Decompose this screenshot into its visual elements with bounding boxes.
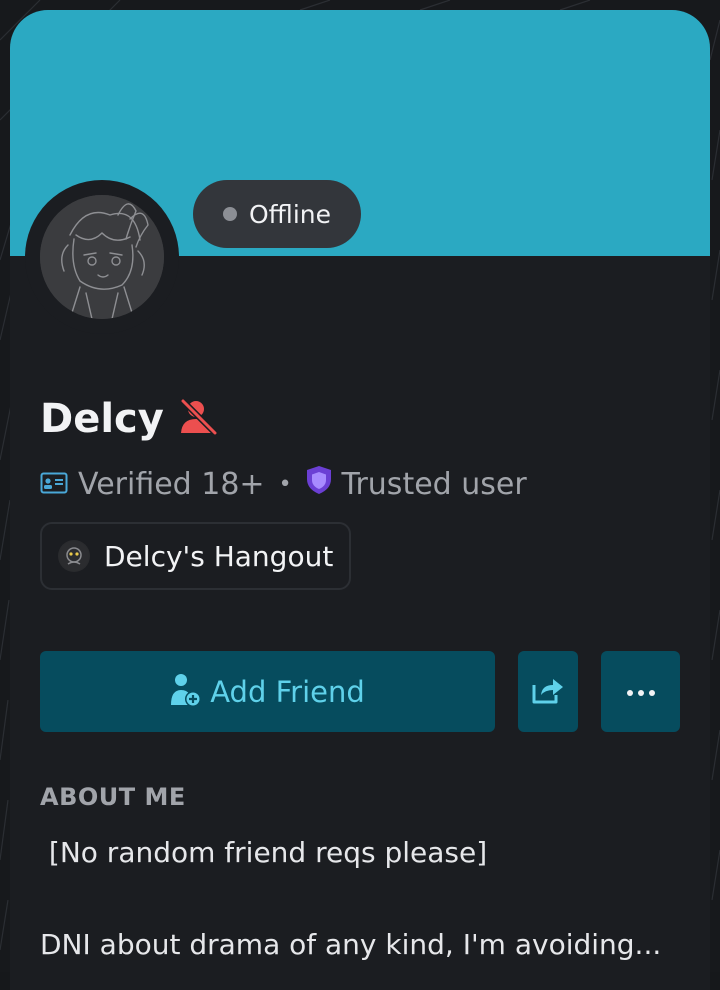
name-row: Delcy [40,396,218,442]
display-name[interactable]: Delcy [40,396,164,442]
profile-card: Offline Delcy Verified 18+ • Trusted use… [10,10,710,990]
badge-separator: • [278,471,292,497]
trusted-user-badge[interactable]: Trusted user [342,467,527,502]
add-friend-button[interactable]: Add Friend [40,651,495,732]
server-chip[interactable]: Delcy's Hangout [40,522,352,590]
id-card-icon [40,467,68,502]
about-me-line: DNI about drama of any kind, I'm avoidin… [40,928,662,961]
more-options-button[interactable] [601,651,680,732]
avatar-frame[interactable] [25,180,179,334]
avatar[interactable] [40,195,164,319]
shield-icon [306,465,332,503]
status-text: Offline [249,199,332,229]
share-icon [531,675,565,709]
person-blocked-icon[interactable] [178,398,218,439]
add-user-icon [170,672,202,712]
add-friend-label: Add Friend [210,674,365,709]
about-me-line: [No random friend reqs please] [40,836,488,869]
badges-row: Verified 18+ • Trusted user [40,465,527,503]
server-avatar-icon [58,540,90,572]
status-pill[interactable]: Offline [193,180,362,248]
avatar-sketch-image [40,195,164,319]
more-dots-icon [626,682,656,701]
offline-status-dot [223,207,237,221]
server-name: Delcy's Hangout [104,539,334,573]
about-me-heading: ABOUT ME [40,783,186,811]
share-profile-button[interactable] [518,651,578,732]
verified-age-badge[interactable]: Verified 18+ [78,467,265,502]
